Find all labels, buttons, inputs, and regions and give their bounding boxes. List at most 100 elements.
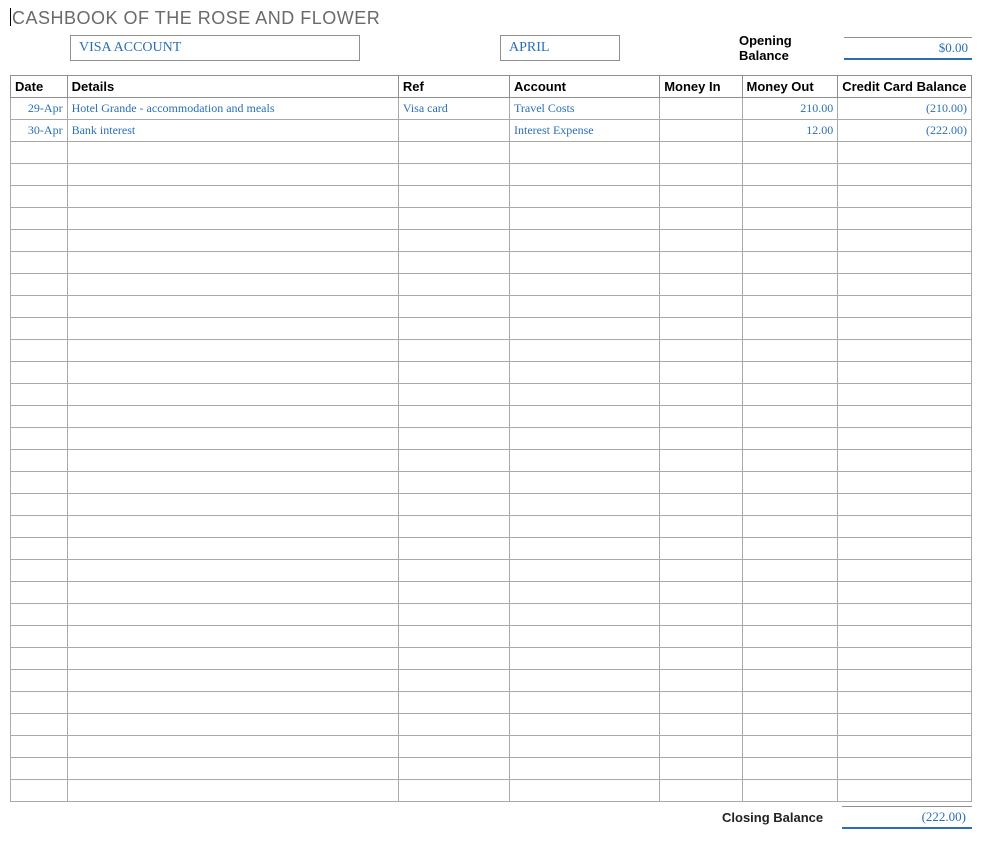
cell-balance[interactable] <box>838 252 972 274</box>
cell-money-out[interactable] <box>742 318 838 340</box>
cell-ref[interactable] <box>398 164 509 186</box>
cell-account[interactable] <box>509 604 659 626</box>
cell-details[interactable] <box>67 450 398 472</box>
cell-money-in[interactable] <box>660 296 742 318</box>
cell-date[interactable] <box>11 516 68 538</box>
cell-balance[interactable] <box>838 494 972 516</box>
cell-money-out[interactable] <box>742 164 838 186</box>
cell-date[interactable] <box>11 384 68 406</box>
cell-money-in[interactable] <box>660 274 742 296</box>
cell-money-out[interactable] <box>742 428 838 450</box>
cell-money-out[interactable] <box>742 670 838 692</box>
cell-details[interactable] <box>67 780 398 802</box>
cell-details[interactable] <box>67 758 398 780</box>
cell-date[interactable] <box>11 406 68 428</box>
cell-details[interactable] <box>67 252 398 274</box>
cell-date[interactable] <box>11 208 68 230</box>
cell-account[interactable] <box>509 538 659 560</box>
cell-money-in[interactable] <box>660 208 742 230</box>
cell-money-in[interactable] <box>660 406 742 428</box>
cell-balance[interactable] <box>838 428 972 450</box>
cell-details[interactable]: Hotel Grande - accommodation and meals <box>67 98 398 120</box>
cell-details[interactable] <box>67 714 398 736</box>
cell-money-in[interactable] <box>660 604 742 626</box>
cell-date[interactable] <box>11 164 68 186</box>
cell-date[interactable] <box>11 714 68 736</box>
cell-balance[interactable] <box>838 384 972 406</box>
cell-money-in[interactable] <box>660 692 742 714</box>
cell-money-out[interactable] <box>742 362 838 384</box>
cell-ref[interactable] <box>398 494 509 516</box>
cell-money-in[interactable] <box>660 362 742 384</box>
cell-ref[interactable] <box>398 120 509 142</box>
cell-account[interactable] <box>509 780 659 802</box>
cell-money-out[interactable] <box>742 274 838 296</box>
cell-ref[interactable]: Visa card <box>398 98 509 120</box>
cell-money-out[interactable] <box>742 472 838 494</box>
cell-ref[interactable] <box>398 670 509 692</box>
cell-ref[interactable] <box>398 230 509 252</box>
cell-balance[interactable] <box>838 164 972 186</box>
cell-date[interactable] <box>11 780 68 802</box>
cell-account[interactable] <box>509 164 659 186</box>
cell-balance[interactable] <box>838 582 972 604</box>
cell-balance[interactable]: (222.00) <box>838 120 972 142</box>
cell-money-in[interactable] <box>660 758 742 780</box>
cell-balance[interactable] <box>838 318 972 340</box>
cell-ref[interactable] <box>398 186 509 208</box>
cell-ref[interactable] <box>398 296 509 318</box>
cell-money-out[interactable] <box>742 340 838 362</box>
cell-account[interactable] <box>509 450 659 472</box>
cell-balance[interactable] <box>838 648 972 670</box>
cell-account[interactable] <box>509 362 659 384</box>
cell-account[interactable] <box>509 406 659 428</box>
cell-details[interactable] <box>67 318 398 340</box>
cell-ref[interactable] <box>398 318 509 340</box>
cell-date[interactable] <box>11 340 68 362</box>
cell-details[interactable] <box>67 560 398 582</box>
cell-balance[interactable] <box>838 274 972 296</box>
cell-money-out[interactable] <box>742 516 838 538</box>
cell-date[interactable] <box>11 252 68 274</box>
cell-balance[interactable] <box>838 472 972 494</box>
cell-money-out[interactable] <box>742 252 838 274</box>
cell-money-in[interactable] <box>660 384 742 406</box>
cell-details[interactable] <box>67 230 398 252</box>
cell-money-in[interactable] <box>660 142 742 164</box>
cell-balance[interactable] <box>838 516 972 538</box>
cell-details[interactable] <box>67 428 398 450</box>
cell-ref[interactable] <box>398 538 509 560</box>
cell-details[interactable] <box>67 274 398 296</box>
cell-money-in[interactable] <box>660 164 742 186</box>
cell-account[interactable] <box>509 758 659 780</box>
cell-account[interactable] <box>509 472 659 494</box>
cell-balance[interactable] <box>838 340 972 362</box>
cell-account[interactable] <box>509 582 659 604</box>
cell-ref[interactable] <box>398 340 509 362</box>
cell-money-in[interactable] <box>660 494 742 516</box>
cell-details[interactable] <box>67 208 398 230</box>
cell-details[interactable] <box>67 186 398 208</box>
cell-money-in[interactable] <box>660 252 742 274</box>
cell-account[interactable] <box>509 736 659 758</box>
cell-balance[interactable] <box>838 714 972 736</box>
cell-details[interactable] <box>67 362 398 384</box>
cell-details[interactable] <box>67 384 398 406</box>
cell-details[interactable] <box>67 472 398 494</box>
cell-date[interactable] <box>11 582 68 604</box>
cell-account[interactable] <box>509 384 659 406</box>
cell-date[interactable] <box>11 296 68 318</box>
cell-ref[interactable] <box>398 252 509 274</box>
cell-details[interactable] <box>67 626 398 648</box>
cell-date[interactable] <box>11 736 68 758</box>
cell-balance[interactable] <box>838 604 972 626</box>
cell-money-out[interactable] <box>742 714 838 736</box>
cell-ref[interactable] <box>398 428 509 450</box>
cell-account[interactable] <box>509 296 659 318</box>
cell-account[interactable] <box>509 626 659 648</box>
cell-date[interactable] <box>11 494 68 516</box>
month-input[interactable]: APRIL <box>500 35 620 61</box>
cell-account[interactable] <box>509 648 659 670</box>
cell-ref[interactable] <box>398 714 509 736</box>
cell-ref[interactable] <box>398 758 509 780</box>
